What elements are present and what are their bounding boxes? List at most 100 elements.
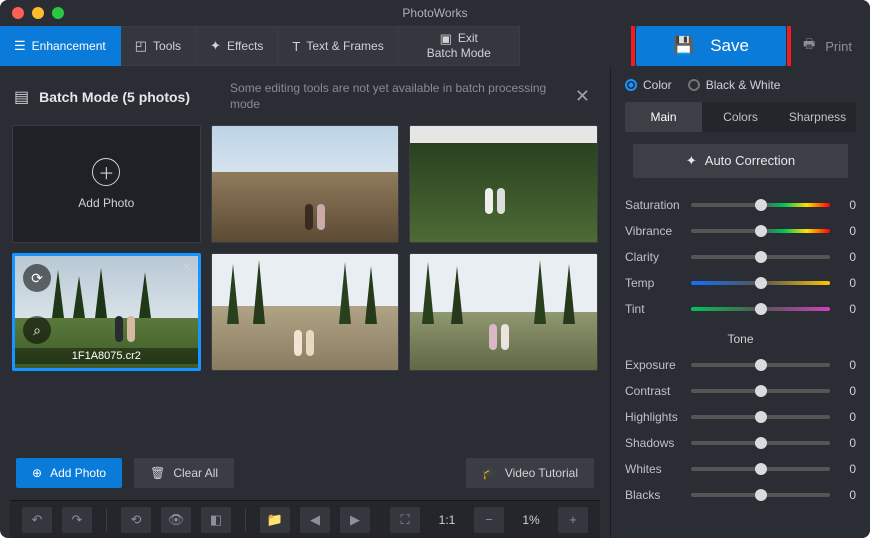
thumbnail-1[interactable] xyxy=(211,125,400,243)
tint-track[interactable] xyxy=(691,307,830,311)
save-button[interactable]: 💾 Save xyxy=(636,26,786,66)
color-mode-row: Color Black & White xyxy=(625,76,856,102)
color-radio[interactable]: Color xyxy=(625,78,672,92)
auto-correction-button[interactable]: ✦Auto Correction xyxy=(633,144,848,178)
tab-tools[interactable]: ◰ Tools xyxy=(121,26,196,66)
rotate-button[interactable]: ⟳ xyxy=(23,264,51,292)
wand-icon: ✦ xyxy=(686,153,697,169)
zoom-in-button[interactable]: + xyxy=(558,507,588,533)
tab-exit-batch[interactable]: ▣Exit Batch Mode xyxy=(399,26,520,66)
saturation-label: Saturation xyxy=(625,198,683,212)
tab-text-frames-label: Text & Frames xyxy=(306,39,383,53)
temp-track[interactable] xyxy=(691,281,830,285)
subtab-colors[interactable]: Colors xyxy=(702,102,779,132)
slider-handle[interactable] xyxy=(755,277,767,289)
thumbnail-4[interactable] xyxy=(211,253,400,371)
tab-effects[interactable]: ✦Effects xyxy=(196,26,278,66)
eye-icon[interactable]: 👁 xyxy=(161,507,191,533)
whites-label: Whites xyxy=(625,462,683,476)
right-panel: Color Black & White Main Colors Sharpnes… xyxy=(610,66,870,538)
slider-clarity: Clarity 0 xyxy=(625,250,856,264)
slider-handle[interactable] xyxy=(755,437,767,449)
exposure-track[interactable] xyxy=(691,363,830,367)
slider-handle[interactable] xyxy=(755,199,767,211)
printer-icon: 🖶 xyxy=(803,35,815,57)
highlights-track[interactable] xyxy=(691,415,830,419)
thumbnail-3-selected[interactable]: ✕ ⟳ ⌕ 1F1A8075.cr2 xyxy=(12,253,201,371)
clarity-value: 0 xyxy=(838,250,856,264)
tab-enhancement[interactable]: ☰Enhancement xyxy=(0,26,121,66)
subtab-sharpness[interactable]: Sharpness xyxy=(779,102,856,132)
print-label: Print xyxy=(825,39,852,54)
zoom-out-button[interactable]: − xyxy=(474,507,504,533)
vibrance-track[interactable] xyxy=(691,229,830,233)
next-button[interactable]: ▶ xyxy=(340,507,370,533)
bw-radio[interactable]: Black & White xyxy=(688,78,781,92)
history-button[interactable]: ⟲ xyxy=(121,507,151,533)
slider-shadows: Shadows0 xyxy=(625,436,856,450)
main-toolbar: ☰Enhancement ◰ Tools ✦Effects TText & Fra… xyxy=(0,26,870,66)
thumbnail-2[interactable] xyxy=(409,125,598,243)
crop-icon: ◰ xyxy=(135,38,147,54)
save-highlight: 💾 Save xyxy=(631,21,791,71)
shadows-track[interactable] xyxy=(691,441,830,445)
right-subtabs: Main Colors Sharpness xyxy=(625,102,856,132)
tint-value: 0 xyxy=(838,302,856,316)
contrast-track[interactable] xyxy=(691,389,830,393)
slider-handle[interactable] xyxy=(755,385,767,397)
save-icon: 💾 xyxy=(673,36,694,56)
slider-saturation: Saturation 0 xyxy=(625,198,856,212)
slider-handle[interactable] xyxy=(755,359,767,371)
fit-screen-button[interactable]: ⛶ xyxy=(390,507,420,533)
thumbnail-5[interactable] xyxy=(409,253,598,371)
clarity-track[interactable] xyxy=(691,255,830,259)
slider-handle[interactable] xyxy=(755,489,767,501)
slider-handle[interactable] xyxy=(755,225,767,237)
redo-button[interactable]: ↷ xyxy=(62,507,92,533)
video-tutorial-button[interactable]: 🎓Video Tutorial xyxy=(466,458,594,488)
stack-icon: ▤ xyxy=(14,87,29,107)
left-panel: ▤ Batch Mode (5 photos) Some editing too… xyxy=(0,66,610,538)
tab-text-frames[interactable]: TText & Frames xyxy=(278,26,398,66)
graduation-cap-icon: 🎓 xyxy=(482,466,497,480)
save-label: Save xyxy=(710,36,749,56)
open-folder-button[interactable]: 📁 xyxy=(260,507,290,533)
highlights-label: Highlights xyxy=(625,410,683,424)
subtab-main[interactable]: Main xyxy=(625,102,702,132)
slider-handle[interactable] xyxy=(755,411,767,423)
saturation-track[interactable] xyxy=(691,203,830,207)
tone-header: Tone xyxy=(625,332,856,346)
slider-handle[interactable] xyxy=(755,251,767,263)
separator xyxy=(106,509,107,531)
slider-highlights: Highlights0 xyxy=(625,410,856,424)
undo-button[interactable]: ↶ xyxy=(22,507,52,533)
saturation-value: 0 xyxy=(838,198,856,212)
titlebar: PhotoWorks xyxy=(0,0,870,26)
temp-label: Temp xyxy=(625,276,683,290)
prev-button[interactable]: ◀ xyxy=(300,507,330,533)
print-button[interactable]: 🖶 Print xyxy=(803,35,852,57)
delete-thumbnail-icon[interactable]: ✕ xyxy=(182,260,192,274)
add-photo-button-label: Add Photo xyxy=(50,466,106,480)
close-icon[interactable]: ✕ xyxy=(569,80,596,113)
zoom-ratio[interactable]: 1:1 xyxy=(430,513,464,527)
slider-handle[interactable] xyxy=(755,463,767,475)
tint-label: Tint xyxy=(625,302,683,316)
clarity-label: Clarity xyxy=(625,250,683,264)
plus-icon: ＋ xyxy=(92,158,120,186)
zoom-button[interactable]: ⌕ xyxy=(23,316,51,344)
add-photo-button[interactable]: ⊕Add Photo xyxy=(16,458,122,488)
slider-vibrance: Vibrance0 xyxy=(625,224,856,238)
add-photo-tile[interactable]: ＋ Add Photo xyxy=(12,125,201,243)
toolbar-right-actions: 💾 Save 🖶 Print xyxy=(631,26,870,66)
contrast-value: 0 xyxy=(838,384,856,398)
contrast-label: Contrast xyxy=(625,384,683,398)
clear-all-button[interactable]: 🗑Clear All xyxy=(134,458,234,488)
blacks-label: Blacks xyxy=(625,488,683,502)
zoom-percent[interactable]: 1% xyxy=(514,513,548,527)
compare-button[interactable]: ◧ xyxy=(201,507,231,533)
slider-handle[interactable] xyxy=(755,303,767,315)
tab-tools-label: Tools xyxy=(153,39,181,53)
blacks-track[interactable] xyxy=(691,493,830,497)
whites-track[interactable] xyxy=(691,467,830,471)
